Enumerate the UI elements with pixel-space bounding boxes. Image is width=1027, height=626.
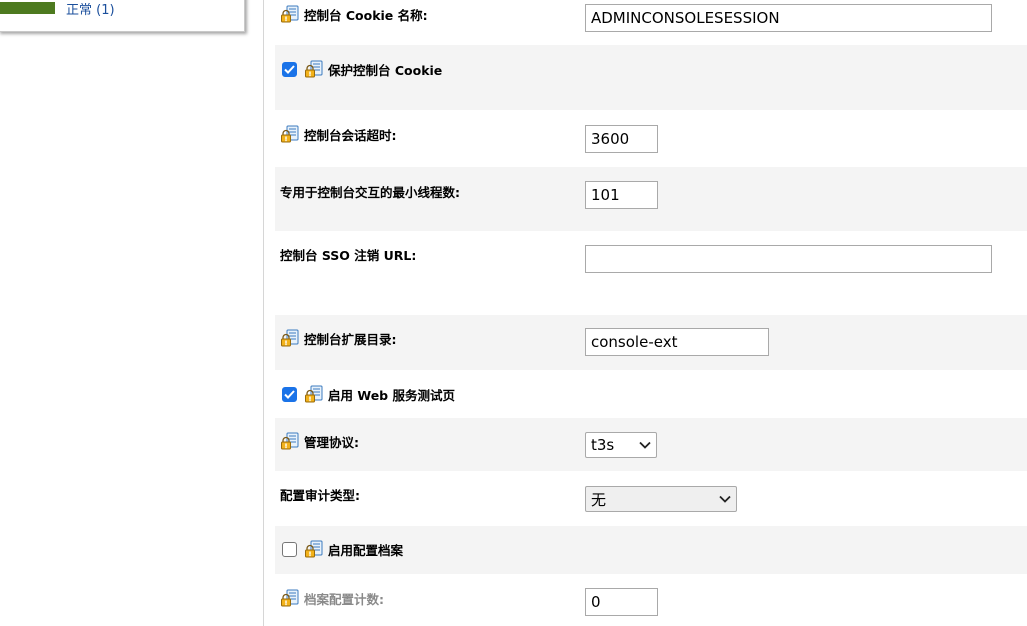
- chevron-down-icon: [639, 441, 651, 449]
- cookie-name-label-text: 控制台 Cookie 名称:: [304, 7, 428, 23]
- admin-protocol-label-text: 管理协议:: [304, 434, 359, 450]
- web-test-page-checkbox[interactable]: [282, 386, 297, 402]
- extension-dir-input[interactable]: console-ext: [585, 328, 769, 356]
- min-threads-label: 专用于控制台交互的最小线程数:: [280, 181, 460, 201]
- config-archive-checkbox[interactable]: [282, 541, 297, 557]
- chevron-down-icon: [719, 495, 731, 503]
- settings-lock-icon: [280, 124, 300, 144]
- row-extension-dir: 控制台扩展目录: console-ext: [275, 315, 1027, 370]
- session-timeout-label-text: 控制台会话超时:: [304, 127, 397, 143]
- sso-logout-url-label-text: 控制台 SSO 注销 URL:: [280, 247, 417, 263]
- extension-dir-value: console-ext: [591, 333, 678, 351]
- checkmark-icon: [284, 389, 295, 399]
- extension-dir-label-text: 控制台扩展目录:: [304, 331, 397, 347]
- settings-lock-icon: [304, 539, 324, 559]
- config-audit-type-select[interactable]: 无: [585, 486, 737, 512]
- settings-lock-icon: [280, 328, 300, 348]
- row-sso-logout-url: 控制台 SSO 注销 URL:: [275, 231, 1027, 315]
- panel-divider: [263, 0, 264, 626]
- console-settings-form: 控制台 Cookie 名称: ADMINCONSOLESESSION 保护控制台…: [275, 0, 1027, 626]
- settings-lock-icon: [304, 384, 324, 404]
- extension-dir-label: 控制台扩展目录:: [280, 328, 397, 348]
- cookie-name-label: 控制台 Cookie 名称:: [280, 4, 428, 24]
- min-threads-value: 101: [591, 186, 620, 204]
- protect-cookie-label: 保护控制台 Cookie: [282, 59, 442, 79]
- health-status-bar: [0, 2, 55, 14]
- row-admin-protocol: 管理协议: t3s: [275, 418, 1027, 471]
- config-audit-type-value: 无: [591, 490, 607, 509]
- config-archive-label: 启用配置档案: [282, 539, 403, 559]
- system-health-popup: 正常 (1): [0, 0, 245, 32]
- web-test-page-label-text: 启用 Web 服务测试页: [328, 387, 455, 403]
- admin-protocol-select[interactable]: t3s: [585, 432, 657, 458]
- cookie-name-input[interactable]: ADMINCONSOLESESSION: [585, 4, 992, 32]
- row-session-timeout: 控制台会话超时: 3600: [275, 110, 1027, 167]
- config-audit-type-label: 配置审计类型:: [280, 484, 360, 504]
- session-timeout-label: 控制台会话超时:: [280, 124, 397, 144]
- row-config-audit-type: 配置审计类型: 无: [275, 471, 1027, 526]
- min-threads-label-text: 专用于控制台交互的最小线程数:: [280, 184, 460, 200]
- min-threads-input[interactable]: 101: [585, 181, 658, 209]
- settings-lock-icon: [280, 4, 300, 24]
- row-protect-cookie: 保护控制台 Cookie: [275, 45, 1027, 110]
- admin-protocol-label: 管理协议:: [280, 431, 359, 451]
- settings-lock-icon: [280, 588, 300, 608]
- cookie-name-value: ADMINCONSOLESESSION: [591, 9, 780, 27]
- settings-lock-icon: [304, 59, 324, 79]
- health-status-link[interactable]: 正常 (1): [66, 0, 115, 18]
- sso-logout-url-label: 控制台 SSO 注销 URL:: [280, 244, 416, 264]
- left-panel: 正常 (1): [0, 0, 264, 626]
- row-min-threads: 专用于控制台交互的最小线程数: 101: [275, 167, 1027, 231]
- row-web-test-page: 启用 Web 服务测试页: [275, 370, 1027, 418]
- protect-cookie-label-text: 保护控制台 Cookie: [328, 62, 443, 78]
- config-archive-label-text: 启用配置档案: [328, 542, 404, 558]
- session-timeout-input[interactable]: 3600: [585, 125, 658, 153]
- row-archive-count: 档案配置计数: 0: [275, 574, 1027, 626]
- admin-protocol-value: t3s: [591, 436, 615, 454]
- row-config-archive: 启用配置档案: [275, 526, 1027, 574]
- config-audit-type-label-text: 配置审计类型:: [280, 487, 360, 503]
- session-timeout-value: 3600: [591, 130, 630, 148]
- checkmark-icon: [284, 64, 295, 74]
- archive-count-label: 档案配置计数:: [280, 588, 384, 608]
- web-test-page-label: 启用 Web 服务测试页: [282, 384, 455, 404]
- archive-count-input[interactable]: 0: [585, 588, 658, 616]
- settings-lock-icon: [280, 431, 300, 451]
- archive-count-label-text: 档案配置计数:: [304, 591, 384, 607]
- protect-cookie-checkbox[interactable]: [282, 61, 297, 77]
- row-cookie-name: 控制台 Cookie 名称: ADMINCONSOLESESSION: [275, 0, 1027, 45]
- sso-logout-url-input[interactable]: [585, 245, 992, 273]
- archive-count-value: 0: [591, 593, 601, 611]
